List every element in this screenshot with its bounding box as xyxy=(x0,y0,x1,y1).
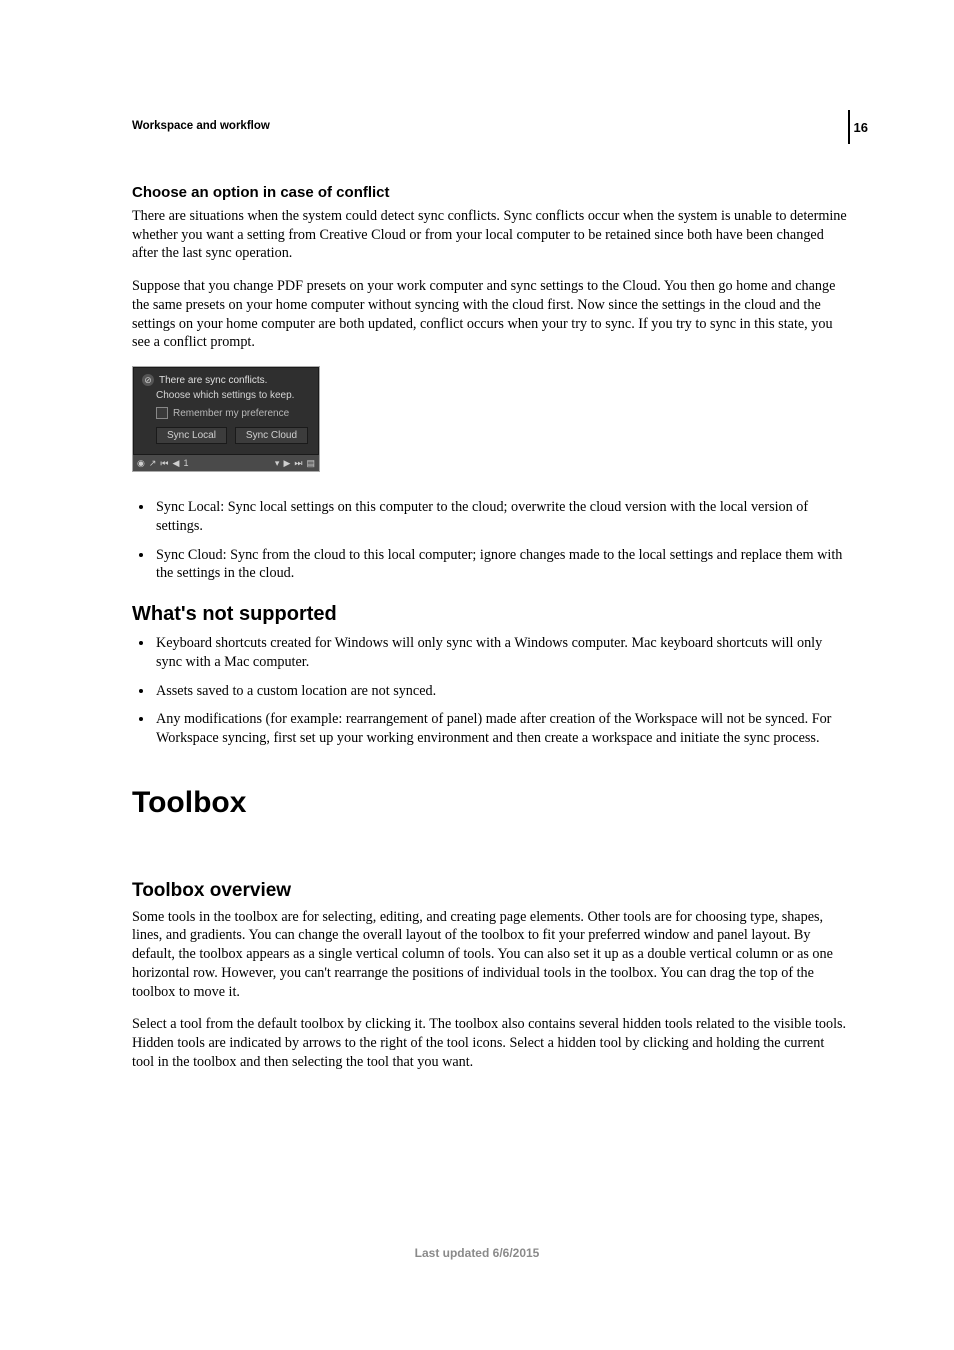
conflict-dialog: ⊘ There are sync conflicts. Choose which… xyxy=(132,366,320,472)
sync-local-button[interactable]: Sync Local xyxy=(156,427,227,444)
remember-label: Remember my preference xyxy=(173,408,289,419)
remember-checkbox[interactable] xyxy=(156,407,168,419)
prev-page-icon[interactable]: ◀ xyxy=(173,459,180,468)
list-item: Any modifications (for example: rearrang… xyxy=(154,710,848,747)
list-item: Keyboard shortcuts created for Windows w… xyxy=(154,634,848,671)
status-dot-icon: ◉ xyxy=(137,459,145,468)
heading-not-supported: What's not supported xyxy=(132,603,848,626)
last-page-icon[interactable]: ⏭ xyxy=(294,459,302,468)
sync-cloud-button[interactable]: Sync Cloud xyxy=(235,427,308,444)
paragraph: Some tools in the toolbox are for select… xyxy=(132,908,848,1002)
first-page-icon[interactable]: ⏮ xyxy=(160,459,168,468)
heading-toolbox: Toolbox xyxy=(132,786,848,820)
list-item: Sync Local: Sync local settings on this … xyxy=(154,498,848,535)
dialog-title: There are sync conflicts. xyxy=(159,375,267,386)
sync-options-list: Sync Local: Sync local settings on this … xyxy=(132,498,848,583)
page-number-field[interactable]: 1 xyxy=(183,459,188,468)
dialog-status-bar: ◉ ↗ ⏮ ◀ 1 ▾ ▶ ⏭ ▤ xyxy=(133,455,319,471)
not-supported-list: Keyboard shortcuts created for Windows w… xyxy=(132,634,848,748)
heading-conflict: Choose an option in case of conflict xyxy=(132,184,848,201)
running-header: Workspace and workflow xyxy=(132,120,848,132)
page-number-rule xyxy=(848,110,850,144)
popout-icon: ↗ xyxy=(149,459,157,468)
paragraph: Select a tool from the default toolbox b… xyxy=(132,1015,848,1071)
sync-conflict-icon: ⊘ xyxy=(142,374,154,386)
paragraph: Suppose that you change PDF presets on y… xyxy=(132,277,848,352)
dropdown-icon[interactable]: ▾ xyxy=(275,459,280,468)
footer-updated: Last updated 6/6/2015 xyxy=(0,1246,954,1260)
document-icon: ▤ xyxy=(306,459,315,468)
list-item: Sync Cloud: Sync from the cloud to this … xyxy=(154,546,848,583)
next-page-icon[interactable]: ▶ xyxy=(283,459,290,468)
list-item: Assets saved to a custom location are no… xyxy=(154,682,848,701)
paragraph: There are situations when the system cou… xyxy=(132,207,848,263)
dialog-subtitle: Choose which settings to keep. xyxy=(142,390,310,401)
page-number: 16 xyxy=(854,120,868,135)
heading-toolbox-overview: Toolbox overview xyxy=(132,880,848,902)
